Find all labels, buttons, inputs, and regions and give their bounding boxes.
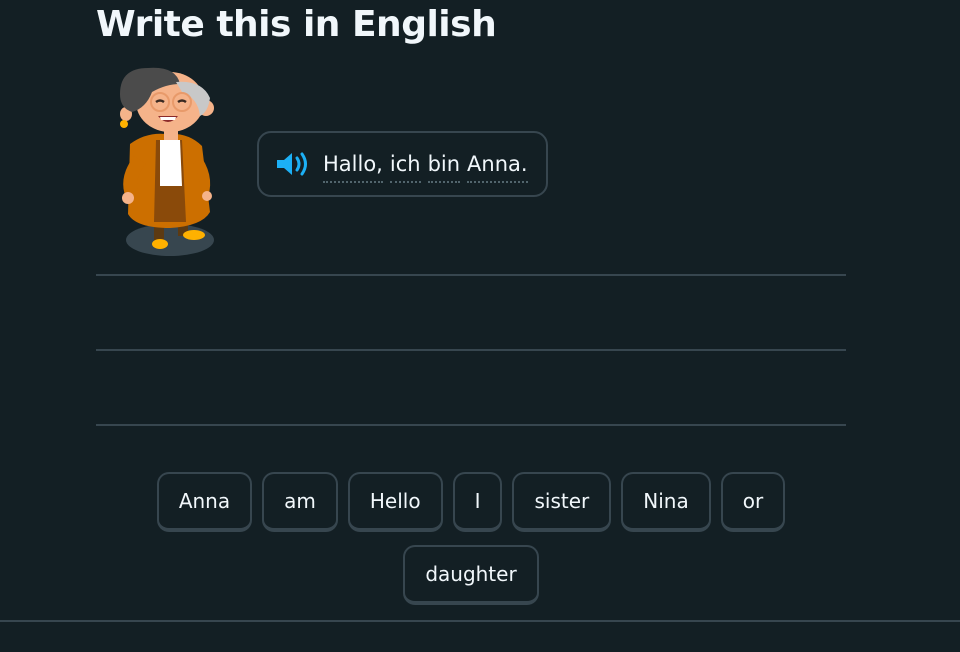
answer-line[interactable]	[96, 349, 846, 351]
prompt-sentence: Hallo, ich bin Anna.	[323, 152, 528, 183]
prompt-word[interactable]: bin	[427, 152, 461, 183]
word-bank: Anna am Hello I sister Nina or daughter	[96, 472, 846, 605]
word-tile-daughter[interactable]: daughter	[403, 545, 539, 605]
speaker-icon[interactable]	[275, 149, 311, 179]
word-tile-sister[interactable]: sister	[512, 472, 612, 532]
anna-character-illustration	[120, 67, 214, 256]
prompt-word[interactable]: ich	[389, 152, 421, 183]
word-tile-anna[interactable]: Anna	[156, 472, 253, 532]
word-tile-hello[interactable]: Hello	[347, 472, 443, 532]
word-tile-am[interactable]: am	[262, 472, 338, 532]
page-title: Write this in English	[96, 4, 497, 45]
speech-bubble: Hallo, ich bin Anna.	[257, 131, 548, 197]
prompt-word[interactable]: Anna.	[467, 152, 528, 183]
footer-divider	[0, 620, 960, 622]
word-tile-or[interactable]: or	[720, 472, 786, 532]
word-tile-i[interactable]: I	[452, 472, 503, 532]
exercise-page: Write this in English Hallo, ich bin Ann…	[0, 0, 960, 652]
answer-line[interactable]	[96, 424, 846, 426]
prompt-word[interactable]: Hallo,	[323, 152, 383, 183]
word-tile-nina[interactable]: Nina	[621, 472, 711, 532]
answer-line[interactable]	[96, 274, 846, 276]
